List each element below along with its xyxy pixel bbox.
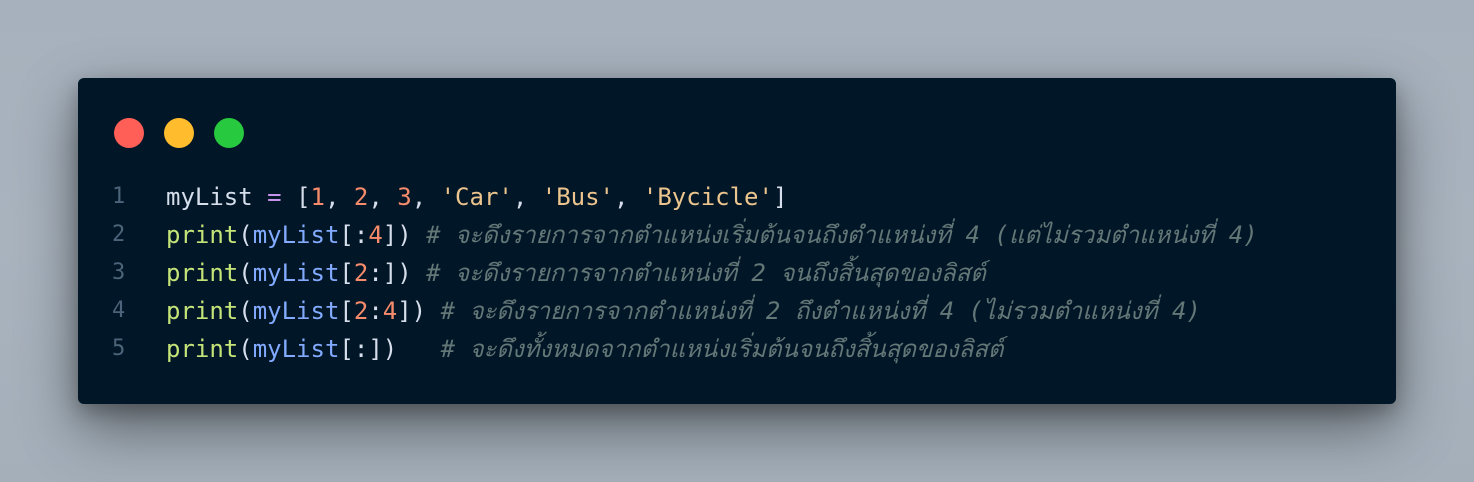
- code-token: myList: [166, 183, 253, 211]
- code-token: ): [397, 221, 412, 249]
- code-text: print(myList[:4]) # จะดึงรายการจากตำแหน่…: [166, 216, 1258, 254]
- code-token: 2: [353, 297, 369, 325]
- code-text: print(myList[2:4]) # จะดึงรายการจากตำแหน…: [166, 292, 1201, 330]
- code-token: print: [166, 259, 239, 287]
- code-token: (: [238, 297, 253, 325]
- code-token: ): [382, 335, 398, 363]
- line-number: 2: [112, 222, 126, 247]
- line-number: 3: [112, 260, 126, 285]
- line-number: 1: [112, 184, 126, 209]
- code-block: 1 myList = [1, 2, 3, 'Car', 'Bus', 'Bycic…: [78, 178, 1396, 368]
- code-token: :: [368, 297, 383, 325]
- code-line: 1 myList = [1, 2, 3, 'Car', 'Bus', 'Bycic…: [78, 178, 1396, 216]
- code-token: [: [339, 259, 354, 287]
- code-token: ]: [397, 297, 412, 325]
- code-token: (: [238, 259, 253, 287]
- code-token: print: [166, 297, 239, 325]
- code-token: 'Car': [440, 183, 513, 211]
- line-number: 5: [112, 336, 126, 361]
- minimize-dot-icon[interactable]: [164, 118, 194, 148]
- code-token: ,: [324, 183, 354, 211]
- code-comment: # จะดึงรายการจากตำแหน่งที่ 2 จนถึงสิ้นสุ…: [426, 259, 986, 287]
- code-token: 4: [382, 297, 398, 325]
- code-token: ]: [382, 259, 398, 287]
- code-token: myList: [252, 259, 340, 287]
- code-token: ,: [411, 183, 441, 211]
- maximize-dot-icon[interactable]: [214, 118, 244, 148]
- code-token: [: [296, 183, 311, 211]
- code-token: :: [353, 221, 369, 249]
- code-token: ,: [368, 183, 398, 211]
- code-token: 'Bus': [541, 183, 614, 211]
- code-token: [: [339, 297, 354, 325]
- code-token: :: [353, 335, 369, 363]
- code-token: ): [411, 297, 427, 325]
- code-text: myList = [1, 2, 3, 'Car', 'Bus', 'Bycicl…: [166, 178, 787, 216]
- code-token: =: [267, 183, 282, 211]
- code-token: [: [339, 335, 354, 363]
- window-controls: [114, 118, 244, 148]
- code-token: 'Bycicle': [642, 183, 773, 211]
- code-text: print(myList[2:]) # จะดึงรายการจากตำแหน่…: [166, 254, 986, 292]
- close-dot-icon[interactable]: [114, 118, 144, 148]
- code-token: 1: [310, 183, 325, 211]
- code-token: ]: [382, 221, 398, 249]
- code-comment: # จะดึงรายการจากตำแหน่งที่ 2 ถึงตำแหน่งท…: [440, 297, 1201, 325]
- code-token: myList: [252, 335, 340, 363]
- code-token: :: [368, 259, 383, 287]
- code-token: [: [339, 221, 354, 249]
- code-token: 2: [353, 259, 369, 287]
- code-token: print: [166, 335, 239, 363]
- code-token: myList: [252, 297, 340, 325]
- code-line: 2 print(myList[:4]) # จะดึงรายการจากตำแหน…: [78, 216, 1396, 254]
- code-token: myList: [252, 221, 340, 249]
- code-token: 3: [397, 183, 412, 211]
- code-token: print: [166, 221, 239, 249]
- code-line: 4 print(myList[2:4]) # จะดึงรายการจากตำแห…: [78, 292, 1396, 330]
- code-comment: # จะดึงรายการจากตำแหน่งเริ่มต้นจนถึงตำแห…: [426, 221, 1258, 249]
- code-line: 3 print(myList[2:]) # จะดึงรายการจากตำแหน…: [78, 254, 1396, 292]
- code-token: ]: [772, 183, 788, 211]
- code-token: 4: [368, 221, 383, 249]
- code-text: print(myList[:]) # จะดึงทั้งหมดจากตำแหน่…: [166, 330, 1003, 368]
- code-token: ,: [614, 183, 643, 211]
- code-line: 5 print(myList[:]) # จะดึงทั้งหมดจากตำแหน…: [78, 330, 1396, 368]
- code-token: ,: [512, 183, 542, 211]
- code-token: ): [397, 259, 412, 287]
- code-token: ]: [368, 335, 383, 363]
- code-token: (: [238, 221, 253, 249]
- code-window: 1 myList = [1, 2, 3, 'Car', 'Bus', 'Bycic…: [78, 78, 1396, 404]
- line-number: 4: [112, 298, 126, 323]
- code-token: 2: [353, 183, 369, 211]
- code-comment: # จะดึงทั้งหมดจากตำแหน่งเริ่มต้นจนถึงสิ้…: [440, 335, 1004, 363]
- code-token: (: [238, 335, 253, 363]
